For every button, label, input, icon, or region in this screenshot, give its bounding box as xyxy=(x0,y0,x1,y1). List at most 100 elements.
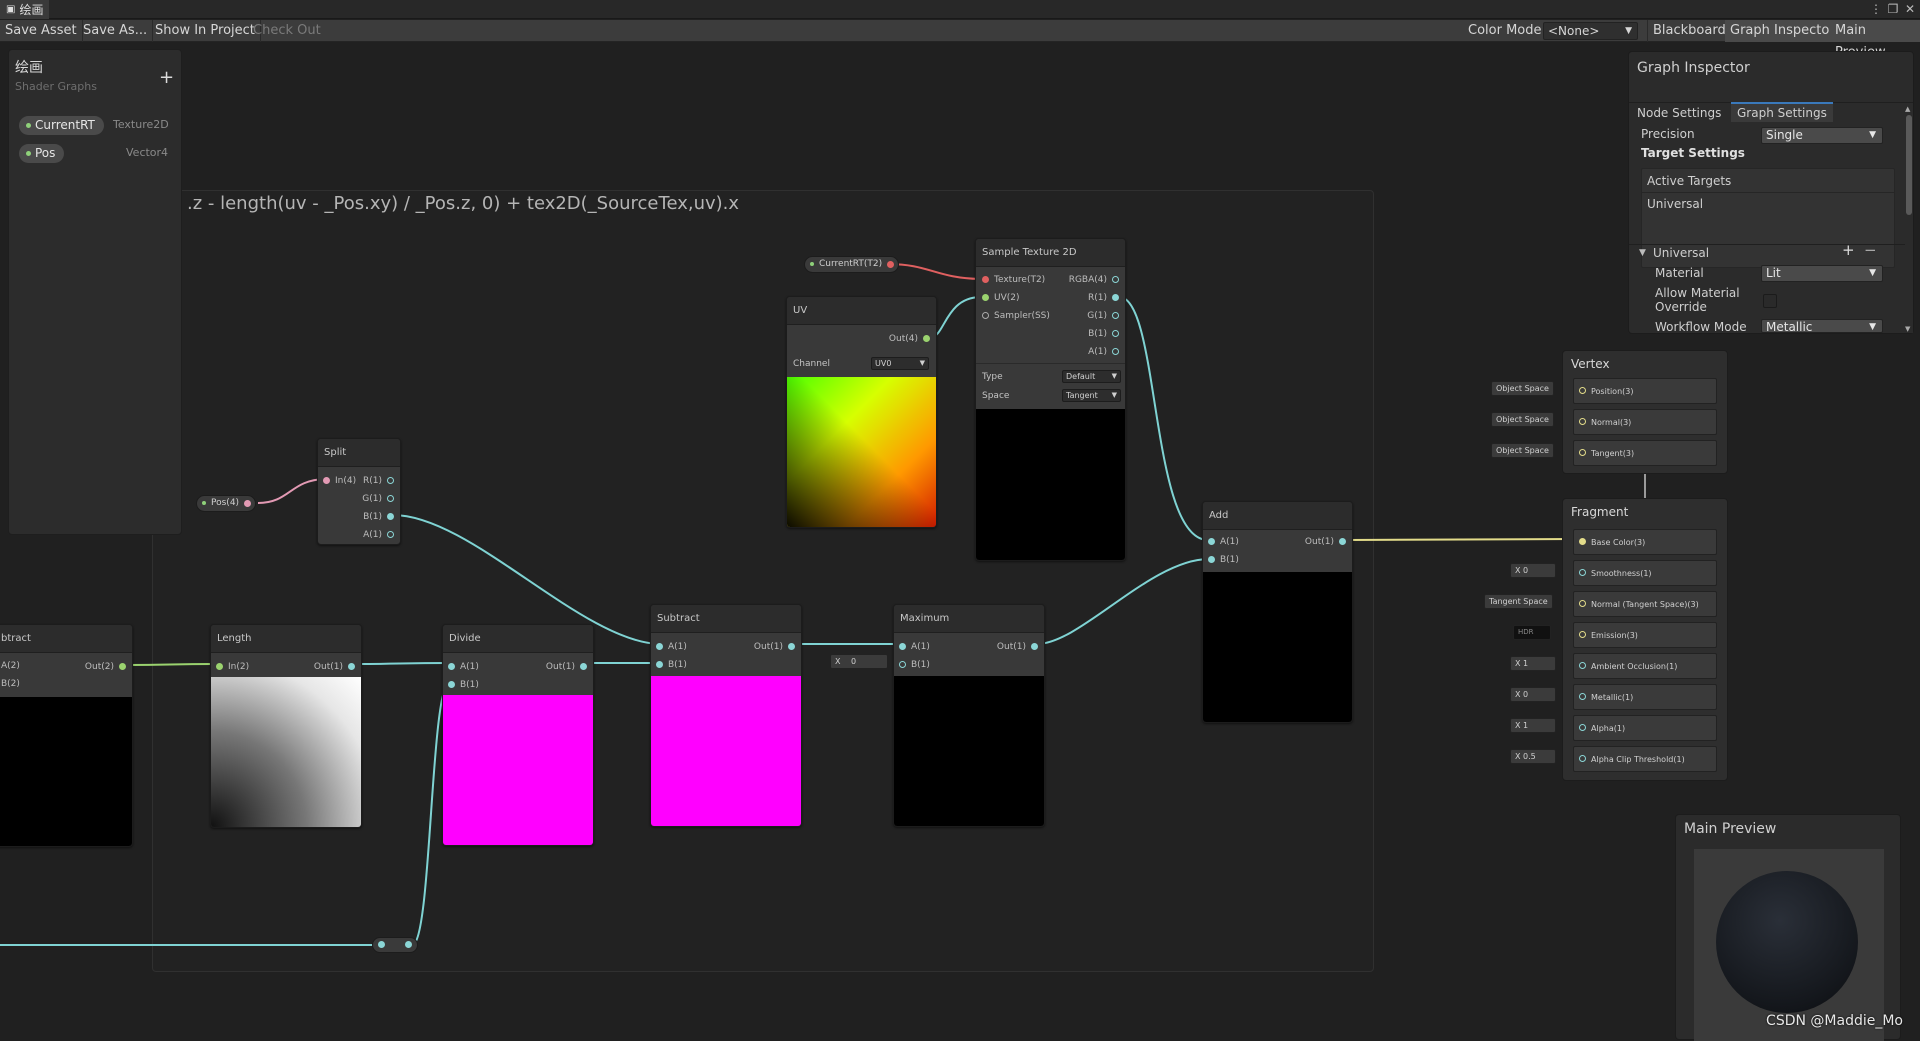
alpha-clip-input[interactable]: X 0.5 xyxy=(1510,749,1556,764)
blackboard-panel[interactable]: 绘画 Shader Graphs + CurrentRT Texture2D P… xyxy=(8,49,182,535)
port-reroute-in[interactable] xyxy=(378,941,385,948)
fragment-context[interactable]: Fragment Base Color(3) Smoothness(1) Nor… xyxy=(1562,498,1728,781)
tab-node-settings[interactable]: Node Settings xyxy=(1637,104,1721,122)
port-dot[interactable] xyxy=(1579,538,1586,545)
metallic-input[interactable]: X 0 xyxy=(1510,687,1556,702)
port-b-out[interactable] xyxy=(1112,330,1119,337)
split-node[interactable]: Split In(4) R(1) G(1) B(1) A(1) xyxy=(317,438,401,545)
port-g-out[interactable] xyxy=(1112,312,1119,319)
node-title[interactable]: Maximum xyxy=(894,605,1044,633)
material-dropdown[interactable]: Lit ▼ xyxy=(1761,265,1883,282)
port-rgba-out[interactable] xyxy=(1112,276,1119,283)
smoothness-input[interactable]: X 0 xyxy=(1510,563,1556,578)
node-title[interactable]: Divide xyxy=(443,625,593,653)
port-out[interactable] xyxy=(580,663,587,670)
port-texture-in[interactable] xyxy=(982,276,989,283)
allow-override-checkbox[interactable] xyxy=(1763,294,1777,308)
port-out[interactable] xyxy=(348,663,355,670)
port-b-in[interactable] xyxy=(656,661,663,668)
port-uv-out[interactable] xyxy=(923,335,930,342)
port-dot[interactable] xyxy=(1579,693,1586,700)
port-b-out[interactable] xyxy=(387,513,394,520)
shader-graph-canvas[interactable]: ▣ 绘画 ⋮ ❐ ✕ Save Asset Save As... Show In… xyxy=(0,0,1920,1041)
block-ambient-occlusion[interactable]: Ambient Occlusion(1) xyxy=(1573,653,1717,679)
position-space-control[interactable]: Object Space xyxy=(1491,381,1554,396)
ambient-occlusion-input[interactable]: X 1 xyxy=(1510,656,1556,671)
node-title[interactable]: Sample Texture 2D xyxy=(976,239,1125,267)
port-dot[interactable] xyxy=(1579,631,1586,638)
port-dot[interactable] xyxy=(1579,662,1586,669)
port-a-out[interactable] xyxy=(387,531,394,538)
node-title[interactable]: Subtract xyxy=(651,605,801,633)
workflow-dropdown[interactable]: Metallic ▼ xyxy=(1761,319,1883,334)
main-preview-panel[interactable]: Main Preview xyxy=(1675,814,1901,1041)
divide-node[interactable]: Divide A(1) B(1) Out(1) xyxy=(442,624,594,846)
port-r-out[interactable] xyxy=(1112,294,1119,301)
blackboard-title[interactable]: 绘画 xyxy=(15,57,43,77)
port-reroute-out[interactable] xyxy=(405,941,412,948)
scroll-up-icon[interactable]: ▲ xyxy=(1905,105,1910,113)
universal-section-title[interactable]: Universal xyxy=(1653,246,1709,260)
port-dot[interactable] xyxy=(1579,387,1586,394)
normal-space-control[interactable]: Object Space xyxy=(1491,412,1554,427)
emission-hdr-color[interactable]: HDR xyxy=(1513,625,1551,640)
port-in[interactable] xyxy=(216,663,223,670)
block-normal-tangent[interactable]: Normal (Tangent Space)(3) xyxy=(1573,591,1717,617)
type-dropdown[interactable]: Default ▼ xyxy=(1062,370,1121,383)
port-out[interactable] xyxy=(1031,643,1038,650)
block-alpha[interactable]: Alpha(1) xyxy=(1573,715,1717,741)
target-universal[interactable]: Universal xyxy=(1647,197,1899,211)
channel-dropdown[interactable]: UV0 ▼ xyxy=(871,357,929,370)
pos-property-node[interactable]: Pos(4) xyxy=(196,495,257,512)
alpha-input[interactable]: X 1 xyxy=(1510,718,1556,733)
node-title[interactable]: Add xyxy=(1203,502,1352,530)
port-a-in[interactable] xyxy=(656,643,663,650)
port-sampler-in[interactable] xyxy=(982,312,989,319)
length-node[interactable]: Length In(2) Out(1) xyxy=(210,624,362,828)
port-out[interactable] xyxy=(1339,538,1346,545)
block-tangent[interactable]: Tangent(3) xyxy=(1573,440,1717,466)
normal-space-input[interactable]: Tangent Space xyxy=(1484,594,1553,609)
vertex-context[interactable]: Vertex Position(3) Normal(3) Tangent(3) xyxy=(1562,350,1728,474)
port-r-out[interactable] xyxy=(387,477,394,484)
port-a-out[interactable] xyxy=(1112,348,1119,355)
node-title[interactable]: Length xyxy=(211,625,361,653)
inline-value[interactable]: 0 xyxy=(851,657,856,666)
node-title[interactable]: Split xyxy=(318,439,400,467)
inspector-title[interactable]: Graph Inspector xyxy=(1637,60,1750,76)
reroute-node[interactable] xyxy=(372,937,418,953)
port-b-in[interactable] xyxy=(1208,556,1215,563)
maximum-b-inline-input[interactable]: X 0 xyxy=(830,654,888,669)
port-out[interactable] xyxy=(119,663,126,670)
inspector-scrollbar[interactable]: ▲ ▼ xyxy=(1905,105,1913,333)
scroll-down-icon[interactable]: ▼ xyxy=(1905,325,1910,333)
node-title[interactable]: UV xyxy=(787,297,936,325)
subtract-vector2-node[interactable]: btract A(2) B(2) Out(2) xyxy=(0,624,133,847)
port-g-out[interactable] xyxy=(387,495,394,502)
port-out[interactable] xyxy=(788,643,795,650)
port-a-in[interactable] xyxy=(448,663,455,670)
port-pos-out[interactable] xyxy=(244,500,252,507)
port-dot[interactable] xyxy=(1579,449,1586,456)
block-emission[interactable]: Emission(3) xyxy=(1573,622,1717,648)
port-a-in[interactable] xyxy=(1208,538,1215,545)
block-base-color[interactable]: Base Color(3) xyxy=(1573,529,1717,555)
uv-node[interactable]: UV Out(4) Channel UV0 ▼ xyxy=(786,296,937,528)
property-pos[interactable]: Pos xyxy=(19,144,65,163)
add-node[interactable]: Add A(1) B(1) Out(1) xyxy=(1202,501,1353,723)
port-dot[interactable] xyxy=(1579,724,1586,731)
port-uv-in[interactable] xyxy=(982,294,989,301)
block-metallic[interactable]: Metallic(1) xyxy=(1573,684,1717,710)
port-dot[interactable] xyxy=(1579,569,1586,576)
port-currentrt-out[interactable] xyxy=(887,261,895,268)
maximum-node[interactable]: Maximum A(1) B(1) Out(1) xyxy=(893,604,1045,827)
tangent-space-control[interactable]: Object Space xyxy=(1491,443,1554,458)
graph-inspector-panel[interactable]: Graph Inspector Node Settings Graph Sett… xyxy=(1628,51,1914,334)
precision-dropdown[interactable]: Single ▼ xyxy=(1761,127,1883,144)
port-a-in[interactable] xyxy=(899,643,906,650)
port-dot[interactable] xyxy=(1579,600,1586,607)
sample-texture-2d-node[interactable]: Sample Texture 2D Texture(T2) UV(2) Samp… xyxy=(975,238,1126,561)
tab-graph-settings[interactable]: Graph Settings xyxy=(1731,102,1833,122)
block-position[interactable]: Position(3) xyxy=(1573,378,1717,404)
scrollbar-thumb[interactable] xyxy=(1906,115,1912,215)
